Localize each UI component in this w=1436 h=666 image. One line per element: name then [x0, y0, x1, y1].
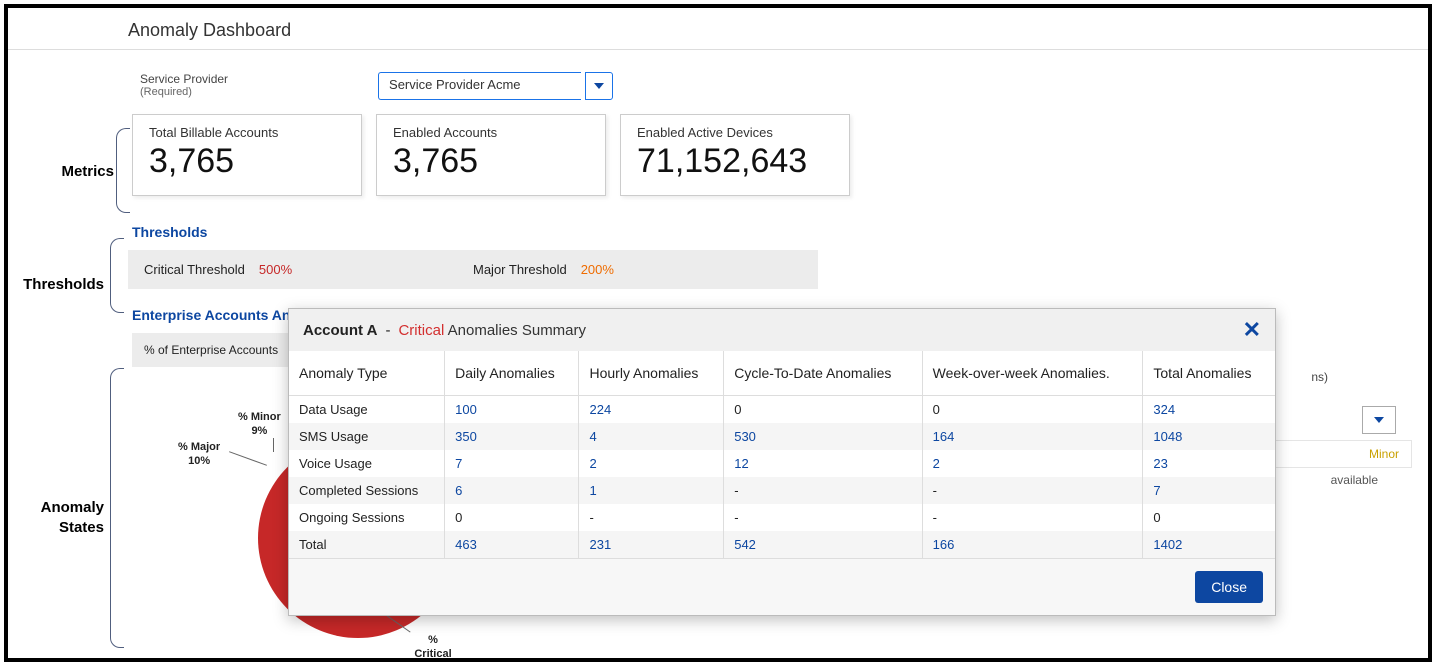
metric-label: Enabled Active Devices: [637, 125, 833, 140]
col-anomaly-type: Anomaly Type: [289, 351, 445, 396]
cell-value: -: [724, 504, 922, 531]
cell-value[interactable]: 164: [922, 423, 1143, 450]
cell-value: -: [579, 504, 724, 531]
table-row: Total4632315421661402: [289, 531, 1275, 558]
cell-anomaly-type: Completed Sessions: [289, 477, 445, 504]
metric-value: 3,765: [393, 142, 589, 181]
col-cycle: Cycle-To-Date Anomalies: [724, 351, 922, 396]
metric-value: 71,152,643: [637, 142, 833, 181]
cell-value[interactable]: 1: [579, 477, 724, 504]
cell-value[interactable]: 463: [445, 531, 579, 558]
service-provider-row: Service Provider (Required) Service Prov…: [128, 58, 1420, 114]
side-label-thresholds: Thresholds: [8, 276, 104, 293]
cell-value[interactable]: 166: [922, 531, 1143, 558]
service-provider-selected: Service Provider Acme: [378, 72, 581, 100]
metric-card-enabled: Enabled Accounts 3,765: [376, 114, 606, 196]
table-row: SMS Usage35045301641048: [289, 423, 1275, 450]
anomalies-summary-modal: Account A - Critical Anomalies Summary ✕…: [288, 308, 1276, 616]
cell-value[interactable]: 2: [579, 450, 724, 477]
cell-anomaly-type: Voice Usage: [289, 450, 445, 477]
pct-enterprise-header: % of Enterprise Accounts: [132, 333, 292, 367]
modal-header: Account A - Critical Anomalies Summary ✕: [289, 309, 1275, 351]
cell-value: -: [724, 477, 922, 504]
modal-account-name: Account A: [303, 322, 377, 339]
cell-value[interactable]: 224: [579, 396, 724, 424]
cell-anomaly-type: SMS Usage: [289, 423, 445, 450]
cell-value[interactable]: 12: [724, 450, 922, 477]
chevron-down-icon: [1374, 417, 1384, 423]
close-button[interactable]: Close: [1195, 571, 1263, 603]
table-row: Completed Sessions61--7: [289, 477, 1275, 504]
cell-value: -: [922, 477, 1143, 504]
cell-value: -: [922, 504, 1143, 531]
pie-leader-minor: [273, 438, 274, 452]
page-title: Anomaly Dashboard: [8, 8, 1428, 50]
brace-anomaly-states: [110, 368, 124, 648]
service-provider-label-block: Service Provider (Required): [140, 72, 228, 98]
pie-label-major: % Major10%: [178, 440, 220, 469]
anomalies-table: Anomaly Type Daily Anomalies Hourly Anom…: [289, 351, 1275, 558]
metric-label: Enabled Accounts: [393, 125, 589, 140]
col-hourly: Hourly Anomalies: [579, 351, 724, 396]
cell-value[interactable]: 100: [445, 396, 579, 424]
cell-value[interactable]: 7: [1143, 477, 1275, 504]
bg-minor-cell: Minor: [1252, 440, 1412, 468]
col-daily: Daily Anomalies: [445, 351, 579, 396]
cell-value[interactable]: 350: [445, 423, 579, 450]
bg-available-text: available: [1331, 473, 1378, 487]
metric-card-billable: Total Billable Accounts 3,765: [132, 114, 362, 196]
pie-leader-major: [229, 451, 267, 466]
cell-value[interactable]: 542: [724, 531, 922, 558]
table-row: Data Usage10022400324: [289, 396, 1275, 424]
brace-thresholds: [110, 238, 124, 313]
cell-anomaly-type: Ongoing Sessions: [289, 504, 445, 531]
cell-value[interactable]: 1402: [1143, 531, 1275, 558]
modal-footer: Close: [289, 558, 1275, 615]
thresholds-bar: Critical Threshold 500% Major Threshold …: [128, 250, 818, 289]
cell-value: 0: [724, 396, 922, 424]
cell-value: 0: [445, 504, 579, 531]
service-provider-select[interactable]: Service Provider Acme: [378, 72, 613, 100]
metric-value: 3,765: [149, 142, 345, 181]
service-provider-label: Service Provider: [140, 72, 228, 86]
col-wow: Week-over-week Anomalies.: [922, 351, 1143, 396]
service-provider-required: (Required): [140, 86, 228, 98]
table-row: Voice Usage7212223: [289, 450, 1275, 477]
cell-value[interactable]: 7: [445, 450, 579, 477]
modal-separator: -: [385, 322, 390, 339]
cell-anomaly-type: Total: [289, 531, 445, 558]
pie-label-critical: % Critical82%: [408, 633, 458, 662]
side-label-metrics: Metrics: [18, 163, 114, 180]
metric-label: Total Billable Accounts: [149, 125, 345, 140]
close-icon[interactable]: ✕: [1243, 319, 1261, 341]
bg-dropdown-button[interactable]: [1362, 406, 1396, 434]
cell-value[interactable]: 1048: [1143, 423, 1275, 450]
pie-label-minor: % Minor9%: [238, 410, 281, 439]
cell-value[interactable]: 530: [724, 423, 922, 450]
major-threshold-label: Major Threshold: [473, 262, 567, 277]
cell-value[interactable]: 23: [1143, 450, 1275, 477]
cell-anomaly-type: Data Usage: [289, 396, 445, 424]
cell-value: 0: [922, 396, 1143, 424]
thresholds-title: Thresholds: [132, 224, 1420, 240]
cell-value[interactable]: 231: [579, 531, 724, 558]
cell-value[interactable]: 4: [579, 423, 724, 450]
col-total: Total Anomalies: [1143, 351, 1275, 396]
bg-text-fragment: ns): [1311, 370, 1328, 384]
service-provider-dropdown-button[interactable]: [585, 72, 613, 100]
metrics-row: Total Billable Accounts 3,765 Enabled Ac…: [128, 114, 1420, 196]
critical-threshold-value: 500%: [259, 262, 292, 277]
cell-value: 0: [1143, 504, 1275, 531]
table-row: Ongoing Sessions0---0: [289, 504, 1275, 531]
cell-value[interactable]: 2: [922, 450, 1143, 477]
major-threshold-value: 200%: [581, 262, 614, 277]
cell-value[interactable]: 6: [445, 477, 579, 504]
side-label-anomaly-states: Anomaly States: [8, 498, 104, 537]
modal-severity: Critical: [398, 322, 444, 339]
cell-value[interactable]: 324: [1143, 396, 1275, 424]
critical-threshold-label: Critical Threshold: [144, 262, 245, 277]
metric-card-devices: Enabled Active Devices 71,152,643: [620, 114, 850, 196]
chevron-down-icon: [594, 83, 604, 89]
